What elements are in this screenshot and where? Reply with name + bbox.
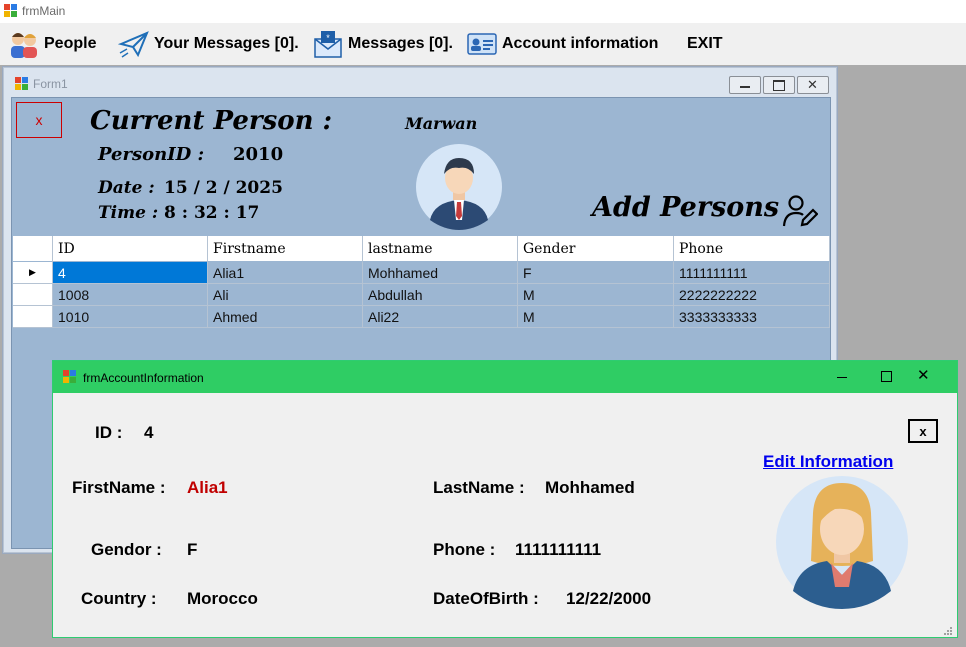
envelope-icon: * <box>314 31 342 58</box>
app-icon <box>4 4 18 18</box>
grid-cell[interactable]: M <box>518 284 674 306</box>
current-person-label: Current Person : <box>90 106 333 136</box>
grid-cell[interactable]: 2222222222 <box>674 284 830 306</box>
firstname-label: FirstName : <box>72 478 166 497</box>
paper-plane-icon <box>118 31 149 58</box>
time-value: 8 : 32 : 17 <box>164 203 260 223</box>
firstname-value: Alia1 <box>187 478 228 497</box>
table-row[interactable]: 1008 Ali Abdullah M 2222222222 <box>13 284 830 306</box>
person-id-label: PersonID : <box>98 144 205 165</box>
menu-people[interactable]: People <box>8 23 96 65</box>
user-edit-icon[interactable] <box>782 194 818 228</box>
account-information-window: frmAccountInformation ✕ ID : 4 x Edit In… <box>52 360 958 638</box>
grid-header-phone[interactable]: Phone <box>674 236 830 262</box>
table-row[interactable]: ▶ 4 Alia1 Mohhamed F 1111111111 <box>13 262 830 284</box>
table-row[interactable]: 1010 Ahmed Ali22 M 3333333333 <box>13 306 830 328</box>
dob-value: 12/22/2000 <box>566 589 652 608</box>
form1-minimize-button[interactable] <box>729 76 761 94</box>
id-label: ID : <box>95 423 123 442</box>
grid-cell[interactable]: Ali <box>208 284 363 306</box>
female-avatar-icon <box>776 476 908 609</box>
resize-grip-icon[interactable] <box>943 623 953 635</box>
grid-corner-cell <box>13 236 53 262</box>
menu-exit[interactable]: EXIT <box>683 23 723 65</box>
lastname-value: Mohhamed <box>545 478 635 497</box>
svg-text:*: * <box>326 33 330 43</box>
people-icon <box>11 33 37 58</box>
grid-cell[interactable]: 4 <box>53 262 208 284</box>
grid-header-lastname[interactable]: lastname <box>363 236 518 262</box>
persons-grid[interactable]: ID Firstname lastname Gender Phone ▶ 4 A… <box>13 236 830 328</box>
minimize-icon[interactable] <box>827 369 857 385</box>
country-value: Morocco <box>187 589 258 608</box>
menu-people-label: People <box>44 35 97 52</box>
grid-cell[interactable]: M <box>518 306 674 328</box>
form1-titlebar: Form1 ✕ <box>3 67 837 97</box>
menu-bar: People Your Messages [0]. * Messages [0]… <box>0 23 966 65</box>
menu-messages[interactable]: * Messages [0]. <box>312 23 453 65</box>
grid-cell[interactable]: 1111111111 <box>674 262 830 284</box>
form1-app-icon <box>15 77 29 91</box>
gender-label: Gendor : <box>91 540 162 559</box>
menu-account-information-label: Account information <box>502 35 659 52</box>
row-header[interactable] <box>13 306 53 328</box>
menu-messages-label: Messages [0]. <box>348 35 453 52</box>
grid-cell[interactable]: Alia1 <box>208 262 363 284</box>
phone-label: Phone : <box>433 540 496 559</box>
add-persons-label[interactable]: Add Persons <box>592 192 779 223</box>
grid-cell[interactable]: 3333333333 <box>674 306 830 328</box>
grid-cell[interactable]: 1010 <box>53 306 208 328</box>
country-label: Country : <box>81 589 157 608</box>
id-card-icon <box>467 33 497 55</box>
person-id-value: 2010 <box>233 144 284 165</box>
grid-cell[interactable]: Abdullah <box>363 284 518 306</box>
grid-cell[interactable]: Mohhamed <box>363 262 518 284</box>
form1-restore-button[interactable] <box>763 76 795 94</box>
account-close-button[interactable]: x <box>908 419 938 443</box>
main-window-title: frmMain <box>22 4 66 18</box>
form1-x-button[interactable]: x <box>16 102 62 138</box>
time-label: Time : <box>98 203 159 223</box>
close-icon[interactable]: ✕ <box>917 366 947 386</box>
menu-exit-label: EXIT <box>687 35 723 52</box>
edit-information-link[interactable]: Edit Information <box>763 452 893 472</box>
current-row-indicator-icon[interactable]: ▶ <box>13 262 53 284</box>
grid-cell[interactable]: Ahmed <box>208 306 363 328</box>
form1-close-button[interactable]: ✕ <box>797 76 829 94</box>
date-value: 15 / 2 / 2025 <box>164 178 283 198</box>
phone-value: 1111111111 <box>515 540 602 559</box>
lastname-label: LastName : <box>433 478 525 497</box>
grid-header-id[interactable]: ID <box>53 236 208 262</box>
grid-header-row: ID Firstname lastname Gender Phone <box>13 236 830 262</box>
row-header[interactable] <box>13 284 53 306</box>
gender-value: F <box>187 540 198 559</box>
main-titlebar: frmMain <box>0 0 966 23</box>
account-window-app-icon <box>63 370 77 384</box>
id-value: 4 <box>144 423 154 442</box>
menu-your-messages-label: Your Messages [0]. <box>154 35 299 52</box>
grid-cell[interactable]: 1008 <box>53 284 208 306</box>
grid-cell[interactable]: F <box>518 262 674 284</box>
account-window-titlebar: frmAccountInformation ✕ <box>53 361 957 393</box>
form1-title: Form1 <box>33 77 68 91</box>
date-label: Date : <box>98 178 155 198</box>
grid-header-firstname[interactable]: Firstname <box>208 236 363 262</box>
menu-your-messages[interactable]: Your Messages [0]. <box>118 23 299 65</box>
menu-account-information[interactable]: Account information <box>466 23 658 65</box>
male-avatar-icon <box>416 144 502 230</box>
grid-header-gender[interactable]: Gender <box>518 236 674 262</box>
account-window-title: frmAccountInformation <box>83 371 204 385</box>
current-user-name: Marwan <box>405 114 478 133</box>
maximize-icon[interactable] <box>871 369 901 385</box>
grid-cell[interactable]: Ali22 <box>363 306 518 328</box>
dob-label: DateOfBirth : <box>433 589 539 608</box>
